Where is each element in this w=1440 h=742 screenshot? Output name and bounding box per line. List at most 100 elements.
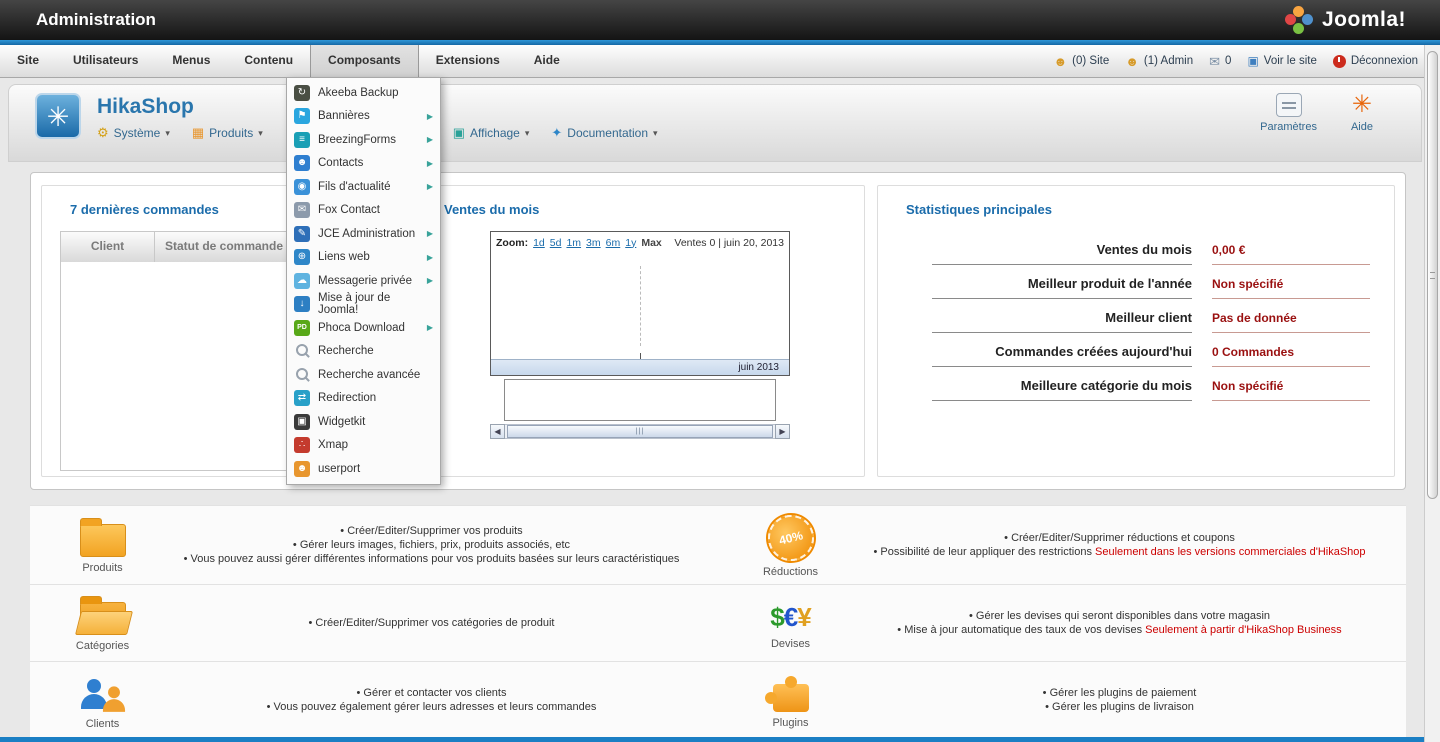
toolbar-systeme[interactable]: ⚙ Système ▾ — [97, 125, 170, 141]
menu-extensions[interactable]: Extensions — [419, 45, 517, 77]
menu-site[interactable]: Site — [0, 45, 56, 77]
submenu-arrow-icon: ▶ — [427, 182, 433, 191]
redirect-icon — [294, 390, 310, 406]
plugins-shortcut[interactable]: Plugins — [718, 672, 863, 729]
components-item-userport[interactable]: userport — [287, 457, 440, 481]
clients-icon — [77, 671, 129, 713]
stat-row: Meilleur client Pas de donnée — [932, 299, 1370, 333]
scrollbar-thumb[interactable]: ||| — [507, 425, 773, 438]
stat-value: Non spécifié — [1212, 368, 1370, 401]
help-button[interactable]: ✳ Aide — [1351, 93, 1373, 133]
stat-row: Ventes du mois 0,00 € — [932, 231, 1370, 265]
menu-utilisateurs[interactable]: Utilisateurs — [56, 45, 155, 77]
breezingforms-icon — [294, 132, 310, 148]
feature-bullet: Mise à jour automatique des taux de vos … — [897, 624, 1341, 636]
components-item-fils-actualite[interactable]: Fils d'actualité ▶ — [287, 175, 440, 199]
scroll-right-button[interactable]: ▶ — [775, 424, 790, 439]
components-item-jce-administration[interactable]: JCE Administration ▶ — [287, 222, 440, 246]
feature-row: Produits Créer/Editer/Supprimer vos prod… — [30, 505, 1406, 585]
feature-bullet: Gérer les devises qui seront disponibles… — [969, 610, 1270, 622]
chart-zoom-row: Zoom: 1d 5d 1m 3m 6m 1y Max Ventes 0 | j… — [491, 232, 789, 253]
chevron-down-icon: ▾ — [258, 128, 263, 139]
joomla-brand-text: Joomla! — [1322, 8, 1406, 32]
private-messages-icon — [294, 273, 310, 289]
components-item-akeeba-backup[interactable]: Akeeba Backup — [287, 81, 440, 105]
components-item-recherche-avancee[interactable]: Recherche avancée — [287, 363, 440, 387]
zoom-1d[interactable]: 1d — [533, 237, 545, 249]
components-item-joomla-update[interactable]: Mise à jour de Joomla! — [287, 293, 440, 317]
zoom-1y[interactable]: 1y — [625, 237, 636, 249]
zoom-5d[interactable]: 5d — [550, 237, 562, 249]
currency-icon: $€¥ — [770, 602, 810, 633]
menu-aide[interactable]: Aide — [517, 45, 577, 77]
components-item-contacts[interactable]: Contacts ▶ — [287, 152, 440, 176]
admin-users-icon: ☻ — [1125, 55, 1139, 68]
feature-bullet: Possibilité de leur appliquer des restri… — [873, 546, 1365, 558]
puzzle-icon — [773, 684, 809, 712]
messages-status[interactable]: ✉ 0 — [1209, 55, 1231, 68]
toolbar-produits[interactable]: ▦ Produits ▾ — [192, 125, 263, 141]
toolbar-affichage[interactable]: ▣ Affichage ▾ — [453, 125, 530, 141]
features-grid: Produits Créer/Editer/Supprimer vos prod… — [30, 505, 1406, 739]
feature-clients: Clients Gérer et contacter vos clients V… — [30, 662, 718, 738]
search-icon — [294, 343, 310, 359]
logout-link[interactable]: Déconnexion — [1333, 55, 1418, 68]
components-item-messagerie-privee[interactable]: Messagerie privée ▶ — [287, 269, 440, 293]
chart-navigator[interactable] — [504, 379, 776, 421]
toolbar-documentation[interactable]: ✦ Documentation ▾ — [551, 125, 657, 141]
components-item-phoca-download[interactable]: Phoca Download ▶ — [287, 316, 440, 340]
site-users-status[interactable]: ☻ (0) Site — [1053, 55, 1109, 68]
components-item-breezingforms[interactable]: BreezingForms ▶ — [287, 128, 440, 152]
view-site-link[interactable]: ▣ Voir le site — [1247, 55, 1316, 68]
page-scrollbar[interactable] — [1424, 45, 1440, 742]
feature-bullet: Gérer les plugins de paiement — [1043, 687, 1197, 699]
submenu-arrow-icon: ▶ — [427, 229, 433, 238]
chevron-down-icon: ▾ — [165, 128, 170, 139]
stat-value: Pas de donnée — [1212, 300, 1370, 333]
zoom-3m[interactable]: 3m — [586, 237, 601, 249]
scrollbar-thumb[interactable] — [1427, 51, 1438, 499]
menu-composants[interactable]: Composants — [310, 45, 419, 77]
documentation-icon: ✦ — [551, 125, 562, 141]
chevron-down-icon: ▾ — [525, 128, 530, 139]
scrollbar-track[interactable]: ||| — [505, 424, 775, 439]
produits-shortcut[interactable]: Produits — [30, 517, 175, 574]
stats-table: Ventes du mois 0,00 € Meilleur produit d… — [932, 231, 1370, 401]
components-item-liens-web[interactable]: Liens web ▶ — [287, 246, 440, 270]
sales-panel-title: Ventes du mois — [444, 202, 850, 217]
feature-devises: $€¥ Devises Gérer les devises qui seront… — [718, 585, 1406, 661]
gear-icon: ⚙ — [97, 125, 109, 141]
submenu-arrow-icon: ▶ — [427, 323, 433, 332]
admin-users-status[interactable]: ☻ (1) Admin — [1125, 55, 1193, 68]
menu-menus[interactable]: Menus — [155, 45, 227, 77]
zoom-max[interactable]: Max — [641, 237, 661, 249]
folder-icon — [80, 524, 126, 557]
clients-shortcut[interactable]: Clients — [30, 671, 175, 730]
settings-icon — [1276, 93, 1302, 117]
zoom-1m[interactable]: 1m — [566, 237, 581, 249]
settings-button[interactable]: Paramètres — [1260, 93, 1317, 133]
feature-reductions: 40% Réductions Créer/Editer/Supprimer ré… — [718, 506, 1406, 584]
zoom-label: Zoom: — [496, 237, 528, 249]
components-item-widgetkit[interactable]: Widgetkit — [287, 410, 440, 434]
feature-produits: Produits Créer/Editer/Supprimer vos prod… — [30, 506, 718, 584]
fox-contact-icon — [294, 202, 310, 218]
components-item-recherche[interactable]: Recherche — [287, 340, 440, 364]
scroll-left-button[interactable]: ◀ — [490, 424, 505, 439]
components-item-fox-contact[interactable]: Fox Contact — [287, 199, 440, 223]
display-icon: ▣ — [453, 125, 465, 141]
menu-contenu[interactable]: Contenu — [227, 45, 310, 77]
components-item-xmap[interactable]: Xmap — [287, 434, 440, 458]
akeeba-backup-icon — [294, 85, 310, 101]
footer-accent-bar — [0, 737, 1440, 742]
categories-shortcut[interactable]: Catégories — [30, 595, 175, 652]
component-header: ✳ HikaShop ⚙ Système ▾ ▦ Produits ▾ ▣ Af… — [8, 84, 1422, 162]
zoom-6m[interactable]: 6m — [606, 237, 621, 249]
reductions-shortcut[interactable]: 40% Réductions — [718, 512, 863, 578]
monthly-sales-panel: Ventes du mois Zoom: 1d 5d 1m 3m 6m 1y M… — [415, 185, 865, 477]
components-item-redirection[interactable]: Redirection — [287, 387, 440, 411]
devises-shortcut[interactable]: $€¥ Devises — [718, 596, 863, 650]
components-item-bannieres[interactable]: Bannières ▶ — [287, 105, 440, 129]
sales-chart: Zoom: 1d 5d 1m 3m 6m 1y Max Ventes 0 | j… — [490, 231, 790, 439]
chart-current-value: Ventes 0 | juin 20, 2013 — [674, 237, 784, 249]
